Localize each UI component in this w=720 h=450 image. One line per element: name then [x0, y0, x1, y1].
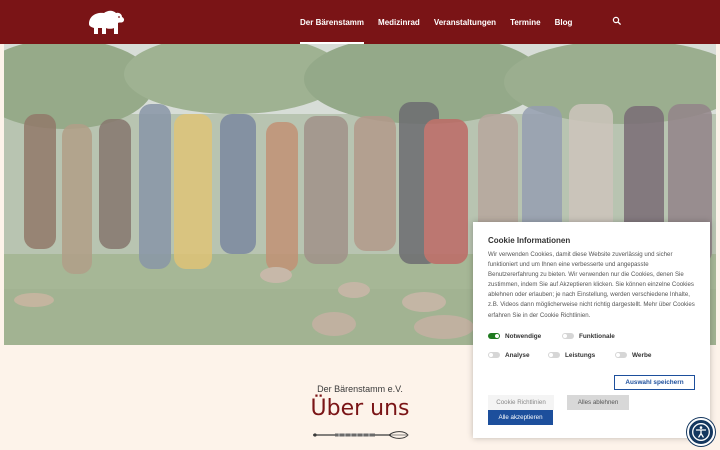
toggle-label: Notwendige [505, 332, 542, 340]
toggle-label: Funktionale [579, 332, 615, 340]
toggle-leistungs[interactable]: Leistungs [548, 352, 615, 359]
site-header: Der Bärenstamm Medizinrad Veranstaltunge… [0, 0, 720, 44]
save-selection-button[interactable]: Auswahl speichern [614, 375, 695, 390]
toggle-werbe[interactable]: Werbe [615, 352, 651, 359]
toggle-label: Analyse [505, 351, 530, 359]
nav-item-veranstaltungen[interactable]: Veranstaltungen [434, 0, 496, 44]
cookie-secondary-actions: Cookie Richtlinien Alles ablehnen [488, 395, 629, 410]
nav-item-baerenstamm[interactable]: Der Bärenstamm [300, 0, 365, 44]
accessibility-button[interactable] [687, 418, 715, 446]
toggle-label: Leistungs [565, 351, 596, 359]
toggle-switch[interactable] [488, 352, 500, 359]
toggle-funktionale[interactable]: Funktionale [562, 333, 615, 340]
nav-item-blog[interactable]: Blog [555, 0, 573, 44]
cookie-policy-button[interactable]: Cookie Richtlinien [488, 395, 554, 410]
toggle-notwendige[interactable]: Notwendige [488, 333, 562, 340]
about-title: Über uns [310, 396, 410, 421]
nav-item-termine[interactable]: Termine [510, 0, 541, 44]
toggle-switch[interactable] [488, 333, 500, 340]
polar-bear-icon[interactable] [86, 6, 126, 38]
toggle-switch[interactable] [548, 352, 560, 359]
cookie-description: Wir verwenden Cookies, damit diese Websi… [488, 251, 695, 319]
search-icon[interactable] [612, 16, 622, 26]
toggle-switch[interactable] [562, 333, 574, 340]
toggle-analyse[interactable]: Analyse [488, 352, 548, 359]
toggle-label: Werbe [632, 351, 652, 359]
nav-item-medizinrad[interactable]: Medizinrad [378, 0, 420, 44]
accessibility-icon [692, 423, 710, 441]
about-kicker: Der Bärenstamm e.V. [317, 384, 403, 394]
cookie-consent-dialog: Cookie Informationen Wir verwenden Cooki… [473, 222, 710, 438]
cookie-toggles: Notwendige Funktionale Analyse Leistungs… [488, 327, 695, 365]
accept-all-button[interactable]: Alle akzeptieren [488, 410, 553, 425]
decorative-feather-divider [313, 431, 409, 439]
toggle-switch[interactable] [615, 352, 627, 359]
reject-all-button[interactable]: Alles ablehnen [567, 395, 629, 410]
cookie-title: Cookie Informationen [488, 236, 571, 245]
main-nav: Der Bärenstamm Medizinrad Veranstaltunge… [300, 0, 586, 44]
